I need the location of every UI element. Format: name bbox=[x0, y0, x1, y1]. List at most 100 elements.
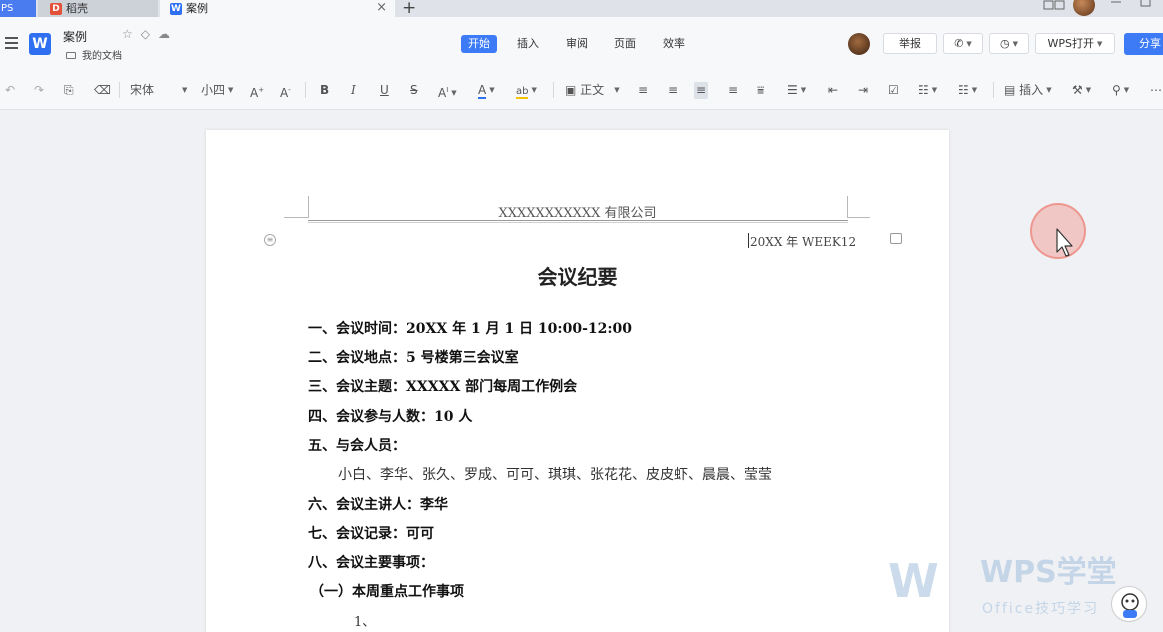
underline-icon[interactable]: U bbox=[380, 82, 389, 99]
justify-icon[interactable]: ≡ bbox=[728, 82, 738, 99]
window-layout-icon[interactable] bbox=[1043, 0, 1065, 15]
meeting-location[interactable]: 二、会议地点：5 号楼第三会议室 bbox=[308, 347, 519, 367]
more-icon[interactable]: ⋯ bbox=[1150, 82, 1162, 99]
user-avatar[interactable] bbox=[848, 33, 870, 55]
meeting-recorder[interactable]: 七、会议记录：可可 bbox=[308, 523, 434, 543]
highlight-icon[interactable]: ab ▼ bbox=[516, 82, 537, 99]
history-button[interactable]: ◷ ▼ bbox=[989, 33, 1029, 54]
header-company[interactable]: XXXXXXXXXXX 有限公司 bbox=[206, 202, 949, 221]
paragraph-handle-icon[interactable]: ≡ bbox=[264, 234, 276, 246]
collaborate-button[interactable]: ✆ ▼ bbox=[943, 33, 983, 54]
writer-logo-icon: W bbox=[29, 33, 51, 55]
folder-breadcrumb[interactable]: 我的文档 bbox=[66, 47, 122, 62]
new-tab-button[interactable]: + bbox=[402, 0, 416, 18]
style-value: 正文 bbox=[580, 83, 605, 97]
folder-label: 我的文档 bbox=[82, 51, 122, 62]
numbered-item-1[interactable]: 1、 bbox=[354, 611, 375, 630]
align-center-icon[interactable]: ≡ bbox=[668, 82, 678, 99]
bullet-list-icon[interactable]: ☷ ▼ bbox=[918, 82, 937, 99]
bold-icon[interactable]: B bbox=[320, 82, 329, 99]
meeting-count[interactable]: 四、会议参与人数：10 人 bbox=[308, 406, 472, 426]
tools-icon[interactable]: ⚒ ▼ bbox=[1072, 82, 1091, 99]
mouse-cursor-icon bbox=[1056, 228, 1076, 262]
eraser-icon[interactable]: ⌫ bbox=[94, 82, 111, 99]
font-size-value: 小四 bbox=[201, 83, 226, 97]
insert-label: 插入 bbox=[1019, 83, 1044, 97]
search-icon[interactable]: ⚲ ▼ bbox=[1112, 82, 1129, 99]
wps-open-label: WPS打开 bbox=[1047, 37, 1095, 50]
italic-icon[interactable]: I bbox=[351, 82, 356, 99]
checkbox-icon[interactable]: ☑ bbox=[888, 82, 899, 99]
menu-bar: W 案例 ☆◇☁ 我的文档 开始 插入 审阅 页面 效率 举报 ✆ ▼ ◷ ▼ WP… bbox=[0, 17, 1163, 70]
font-size-select[interactable]: 小四 ▼ bbox=[201, 82, 233, 99]
share-button[interactable]: 分享 bbox=[1124, 33, 1163, 55]
main-menu-icon[interactable] bbox=[5, 37, 18, 52]
toolbar-divider bbox=[993, 82, 994, 98]
meeting-topic[interactable]: 三、会议主题：XXXXX 部门每周工作例会 bbox=[308, 376, 577, 396]
star-icon[interactable]: ☆ bbox=[122, 27, 141, 41]
tab-daoke[interactable]: D 稻壳 bbox=[38, 0, 158, 17]
document-name[interactable]: 案例 bbox=[63, 28, 87, 45]
header-week[interactable]: 20XX 年 WEEK12 bbox=[747, 233, 856, 250]
toolbar-divider bbox=[305, 82, 306, 98]
close-tab-icon[interactable]: × bbox=[376, 0, 387, 15]
align-right-icon[interactable]: ≡ bbox=[694, 82, 709, 99]
undo-icon[interactable]: ↶ bbox=[5, 82, 15, 99]
assistant-robot-icon[interactable] bbox=[1111, 586, 1147, 622]
meeting-presenter[interactable]: 六、会议主讲人：李华 bbox=[308, 494, 448, 514]
toolbar-divider bbox=[119, 82, 120, 98]
wps-logo-icon: W bbox=[888, 554, 939, 608]
insert-icon: ▤ bbox=[1004, 83, 1016, 97]
redo-icon[interactable]: ↷ bbox=[34, 82, 44, 99]
format-painter-icon[interactable]: ⎘ bbox=[64, 82, 74, 99]
phone-icon: ✆ bbox=[954, 37, 964, 50]
insert-select[interactable]: ▤ 插入 ▼ bbox=[1004, 82, 1052, 99]
increase-indent-icon[interactable]: ⇥ bbox=[858, 82, 868, 99]
tab-daoke-label: 稻壳 bbox=[66, 2, 88, 15]
cloud-icon[interactable]: ☁ bbox=[158, 27, 178, 41]
writer-icon: W bbox=[170, 2, 182, 15]
wps-open-button[interactable]: WPS打开 ▼ bbox=[1035, 33, 1115, 54]
menu-page[interactable]: 页面 bbox=[607, 35, 643, 53]
numbered-list-icon[interactable]: ☷ ▼ bbox=[958, 82, 977, 99]
menu-insert[interactable]: 插入 bbox=[510, 35, 546, 53]
tab-document[interactable]: W 案例 × bbox=[160, 0, 395, 17]
document-title[interactable]: 会议纪要 bbox=[206, 261, 949, 290]
header-rule bbox=[308, 222, 848, 223]
watermark-title: WPS学堂 bbox=[980, 555, 1117, 590]
font-name-value: 宋体 bbox=[130, 83, 155, 97]
attendees-heading[interactable]: 五、与会人员： bbox=[308, 435, 406, 455]
menu-home[interactable]: 开始 bbox=[461, 35, 497, 53]
minimize-icon[interactable] bbox=[1110, 0, 1122, 11]
tab-wps-home[interactable]: PS bbox=[0, 0, 36, 17]
tab-strip: PS D 稻壳 W 案例 × + bbox=[0, 0, 1163, 18]
account-avatar[interactable] bbox=[1073, 0, 1095, 16]
toolbar-divider bbox=[553, 82, 554, 98]
header-rule bbox=[308, 220, 848, 221]
font-color-icon[interactable]: A ▼ bbox=[478, 82, 495, 99]
tag-icon[interactable]: ◇ bbox=[141, 27, 158, 41]
style-select[interactable]: ▣ 正文 ▼ bbox=[565, 82, 620, 99]
maximize-icon[interactable] bbox=[1140, 0, 1152, 11]
wps-home-label: PS bbox=[1, 3, 14, 14]
doc-action-icons: ☆◇☁ bbox=[122, 27, 178, 41]
report-button[interactable]: 举报 bbox=[883, 33, 937, 54]
comment-icon[interactable] bbox=[890, 233, 902, 244]
meeting-items-heading[interactable]: 八、会议主要事项： bbox=[308, 552, 434, 572]
strikethrough-icon[interactable]: S bbox=[410, 82, 418, 99]
text-effect-icon[interactable]: AI ▼ bbox=[438, 82, 457, 100]
font-name-select[interactable]: 宋体 ▼ bbox=[130, 82, 190, 99]
menu-efficiency[interactable]: 效率 bbox=[656, 35, 692, 53]
grow-font-icon[interactable]: A+ bbox=[250, 82, 264, 100]
line-spacing-icon[interactable]: ☰ ▼ bbox=[787, 82, 806, 99]
attendees-list[interactable]: 小白、李华、张久、罗成、可可、琪琪、张花花、皮皮虾、晨晨、莹莹 bbox=[338, 464, 772, 484]
distribute-icon[interactable]: ⩸ bbox=[757, 82, 764, 99]
decrease-indent-icon[interactable]: ⇤ bbox=[828, 82, 838, 99]
menu-review[interactable]: 审阅 bbox=[559, 35, 595, 53]
folder-icon bbox=[66, 52, 76, 59]
align-left-icon[interactable]: ≡ bbox=[638, 82, 648, 99]
shrink-font-icon[interactable]: A- bbox=[280, 82, 291, 100]
document-page[interactable]: XXXXXXXXXXX 有限公司 ≡ 20XX 年 WEEK12 会议纪要 一、… bbox=[206, 130, 949, 632]
weekly-focus-heading[interactable]: （一）本周重点工作事项 bbox=[310, 581, 464, 601]
meeting-time[interactable]: 一、会议时间：20XX 年 1 月 1 日 10:00-12:00 bbox=[308, 318, 632, 338]
